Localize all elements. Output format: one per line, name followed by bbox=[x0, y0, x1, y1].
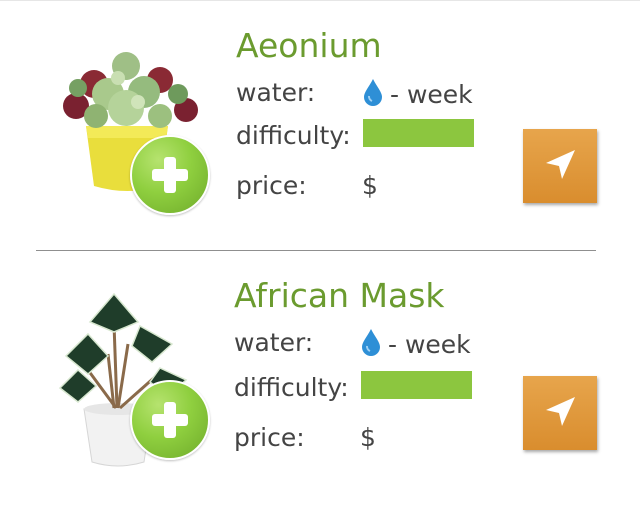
plant-card-aeonium[interactable]: Aeonium water: - week difficulty: price:… bbox=[0, 8, 640, 253]
price-value: $ bbox=[360, 423, 376, 452]
difficulty-label: difficulty: bbox=[234, 373, 349, 402]
difficulty-fill bbox=[361, 371, 472, 399]
water-label: water: bbox=[234, 328, 314, 357]
plus-icon bbox=[152, 402, 188, 438]
add-plant-button[interactable] bbox=[130, 135, 210, 215]
water-label: water: bbox=[236, 78, 316, 107]
plant-name: Aeonium bbox=[236, 26, 382, 65]
plant-name: African Mask bbox=[234, 276, 445, 315]
water-value: - week bbox=[362, 78, 473, 109]
navigation-arrow-icon bbox=[546, 150, 575, 179]
add-plant-button[interactable] bbox=[130, 380, 210, 460]
navigation-arrow-icon bbox=[546, 397, 575, 426]
price-label: price: bbox=[234, 423, 305, 452]
water-frequency: - week bbox=[390, 80, 473, 109]
top-border bbox=[0, 0, 640, 1]
difficulty-fill bbox=[363, 119, 474, 147]
difficulty-bar bbox=[361, 371, 472, 399]
difficulty-label: difficulty: bbox=[236, 121, 351, 150]
water-drop-icon bbox=[364, 79, 382, 106]
price-label: price: bbox=[236, 171, 307, 200]
water-frequency: - week bbox=[388, 330, 471, 359]
water-drop-icon bbox=[362, 329, 380, 356]
card-divider bbox=[36, 250, 596, 251]
navigate-button[interactable] bbox=[523, 376, 597, 450]
navigate-button[interactable] bbox=[523, 129, 597, 203]
plant-card-african-mask[interactable]: African Mask water: - week difficulty: p… bbox=[0, 262, 640, 507]
water-value: - week bbox=[360, 328, 471, 359]
difficulty-bar bbox=[363, 119, 474, 147]
plus-icon bbox=[152, 157, 188, 193]
price-value: $ bbox=[362, 171, 378, 200]
